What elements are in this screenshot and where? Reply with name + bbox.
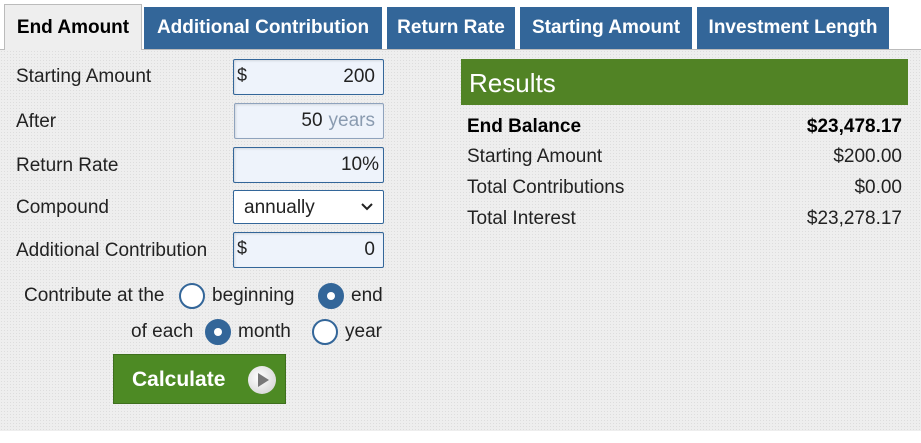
play-icon <box>248 366 276 394</box>
percent-unit: % <box>362 154 379 175</box>
results-title: Results <box>469 68 556 98</box>
tab-additional-contribution[interactable]: Additional Contribution <box>144 7 382 49</box>
result-value-end-balance: $23,478.17 <box>806 116 902 137</box>
radio-year[interactable] <box>312 319 338 345</box>
tab-starting-amount[interactable]: Starting Amount <box>520 7 692 49</box>
compound-select[interactable]: annually <box>233 190 384 224</box>
radio-month[interactable] <box>205 319 231 345</box>
currency-prefix: $ <box>237 65 248 85</box>
radio-month-label[interactable]: month <box>238 321 291 343</box>
panel-bottom-margin <box>0 431 921 443</box>
calculate-button-label: Calculate <box>132 368 226 391</box>
contribute-at-label: Contribute at the <box>24 285 165 306</box>
result-value-total-interest: $23,278.17 <box>806 208 902 229</box>
compound-selected-value: annually <box>244 197 315 218</box>
tab-end-amount[interactable]: End Amount <box>4 4 142 50</box>
result-label-end-balance: End Balance <box>467 116 582 137</box>
after-label: After <box>16 111 57 132</box>
years-unit: years <box>328 110 375 131</box>
tab-investment-length[interactable]: Investment Length <box>697 7 889 49</box>
currency-prefix: $ <box>237 238 248 258</box>
after-years-input[interactable]: 50 years <box>234 103 384 139</box>
additional-contribution-input[interactable]: $ 0 <box>233 232 384 268</box>
return-rate-value: 10 <box>340 154 363 175</box>
return-rate-input[interactable]: 10% <box>233 147 384 183</box>
calculate-button[interactable]: Calculate <box>113 354 286 404</box>
chevron-down-icon <box>361 203 373 211</box>
additional-contribution-label: Additional Contribution <box>16 240 208 261</box>
starting-amount-label: Starting Amount <box>16 66 152 87</box>
result-value-starting-amount: $200.00 <box>833 146 902 167</box>
radio-end-label[interactable]: end <box>351 285 383 307</box>
results-header: Results <box>461 59 908 105</box>
after-years-value: 50 <box>301 110 323 131</box>
compound-label: Compound <box>16 197 109 218</box>
additional-contribution-value: 0 <box>364 239 375 260</box>
return-rate-label: Return Rate <box>16 155 119 176</box>
result-label-total-interest: Total Interest <box>467 208 576 229</box>
result-label-total-contributions: Total Contributions <box>467 177 625 198</box>
result-label-starting-amount: Starting Amount <box>467 146 603 167</box>
tab-return-rate[interactable]: Return Rate <box>387 7 515 49</box>
return-rate-value-wrap: 10% <box>341 154 379 176</box>
radio-beginning[interactable] <box>179 283 205 309</box>
result-value-total-contributions: $0.00 <box>854 177 902 198</box>
starting-amount-input[interactable]: $ 200 <box>233 59 384 95</box>
calculator-tabs: End Amount Additional Contribution Retur… <box>0 0 921 50</box>
of-each-label: of each <box>131 321 194 342</box>
radio-beginning-label[interactable]: beginning <box>212 285 294 307</box>
radio-year-label[interactable]: year <box>345 321 382 343</box>
starting-amount-value: 200 <box>343 66 375 87</box>
radio-end[interactable] <box>318 283 344 309</box>
after-years-value-wrap: 50 years <box>301 110 375 132</box>
